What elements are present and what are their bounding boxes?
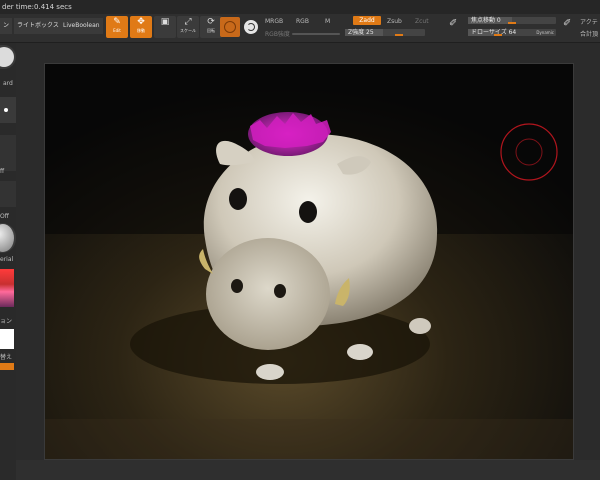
total-points-label: 合計頂 <box>580 31 599 38</box>
move-icon: ✥ <box>137 17 145 27</box>
color-picker-gradient[interactable] <box>0 269 14 307</box>
draw-button[interactable]: ▣ <box>154 16 176 38</box>
ground-band <box>45 419 573 459</box>
viewport-canvas[interactable] <box>44 63 574 460</box>
stroke-label: ard <box>3 80 13 87</box>
material-sphere-icon[interactable] <box>244 20 258 34</box>
zadd-toggle[interactable]: Zadd <box>353 16 381 25</box>
pig-leg-front-right <box>347 344 373 360</box>
active-points-label: アクテ <box>580 19 598 26</box>
tab-cut-off[interactable]: ン <box>0 18 13 34</box>
focal-shift-slider[interactable]: 焦点移動 0 <box>468 17 556 24</box>
alpha-label: ff <box>0 168 5 175</box>
stroke-preview-icon[interactable] <box>0 97 16 123</box>
focal-brush-icon[interactable]: ✐ <box>448 18 462 32</box>
dynamic-toggle[interactable]: Dynamic <box>536 30 554 35</box>
switch-color-label: 替え <box>0 354 13 361</box>
pig-eye-left <box>229 188 247 210</box>
bottom-shelf <box>16 460 600 480</box>
brush-button[interactable] <box>220 17 240 37</box>
draw-size-slider[interactable]: ドローサイズ 64 Dynamic <box>468 29 556 36</box>
mrgb-toggle[interactable]: MRGB <box>265 18 283 25</box>
edit-icon: ✎ <box>113 17 121 27</box>
pig-nostril-left <box>231 279 243 293</box>
zsub-toggle[interactable]: Zsub <box>387 18 402 25</box>
material-preview-icon[interactable] <box>0 223 16 253</box>
alpha-preview[interactable] <box>0 135 16 171</box>
move-button[interactable]: ✥ 移動 <box>130 16 152 38</box>
brush-icon <box>224 21 236 33</box>
pig-nostril-right <box>274 284 286 298</box>
zcut-toggle[interactable]: Zcut <box>415 18 429 25</box>
left-tool-panel: ard ff Off erial ョン 替え <box>0 43 16 480</box>
main-color-swatch[interactable] <box>0 329 14 349</box>
texture-preview[interactable] <box>0 181 16 207</box>
rotate-button[interactable]: ⟳ 回転 <box>200 16 222 38</box>
sculpt-render <box>45 64 573 459</box>
top-toolbar: ン ライトボックス LiveBoolean ✎ Edit ✥ 移動 ▣ ⤢ スケ… <box>0 14 600 43</box>
rgb-intensity-slider[interactable] <box>292 33 340 35</box>
render-time-text: der time:0.414 secs <box>2 3 72 11</box>
switch-color-button[interactable] <box>0 363 14 370</box>
m-toggle[interactable]: M <box>325 18 330 25</box>
gradient-label: ョン <box>0 318 13 325</box>
edit-button[interactable]: ✎ Edit <box>106 16 128 38</box>
texture-label: Off <box>0 213 9 220</box>
projection-icon[interactable]: ✐ <box>562 18 576 32</box>
tab-liveboolean[interactable]: LiveBoolean <box>60 18 103 34</box>
scale-button[interactable]: ⤢ スケール <box>177 16 199 38</box>
pig-leg-back-right <box>409 318 431 334</box>
material-label: erial <box>0 256 14 263</box>
brush-preview-icon[interactable] <box>0 45 16 69</box>
draw-icon: ▣ <box>160 17 170 27</box>
pig-snout <box>206 238 330 350</box>
pig-eye-right <box>299 201 317 223</box>
rotate-icon: ⟳ <box>207 17 215 27</box>
pig-leg-front-left <box>256 364 284 380</box>
render-status-bar: der time:0.414 secs <box>0 0 600 14</box>
z-intensity-slider[interactable]: Z強度 25 <box>345 29 425 36</box>
rgb-toggle[interactable]: RGB <box>296 18 309 25</box>
rgb-intensity-label: RGB強度 <box>265 31 290 38</box>
scale-icon: ⤢ <box>184 17 192 27</box>
tab-lightbox[interactable]: ライトボックス <box>14 18 62 34</box>
